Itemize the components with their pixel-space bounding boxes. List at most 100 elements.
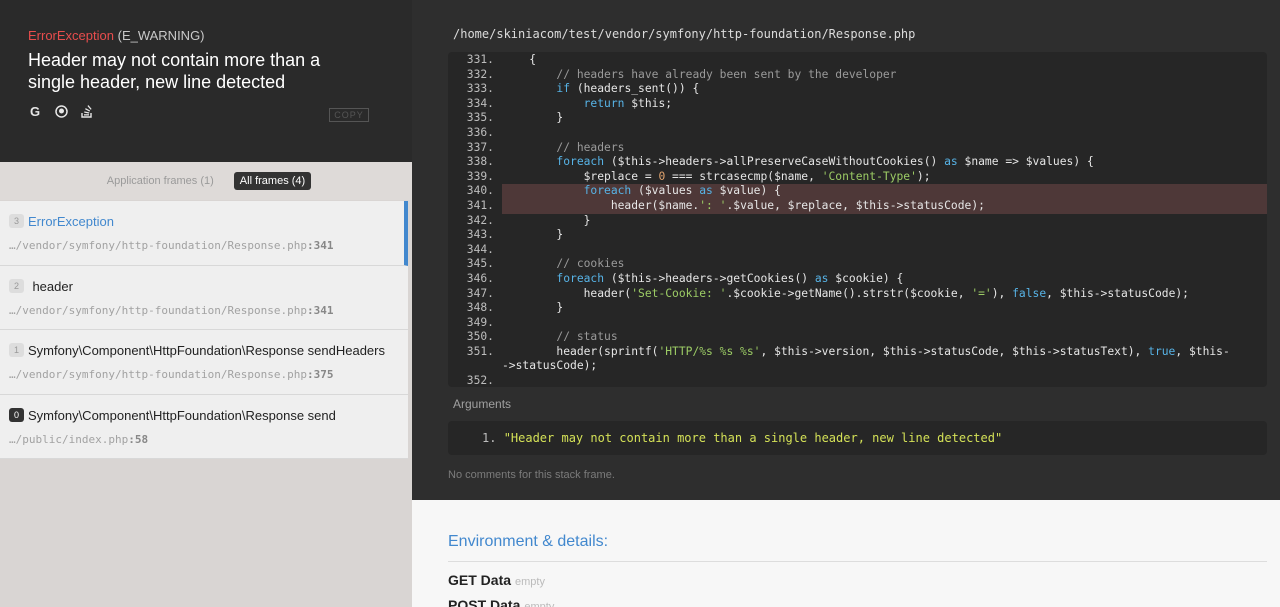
code-line: 351. header(sprintf('HTTP/%s %s %s', $th… (448, 345, 1267, 360)
frame-index: 2 (9, 278, 24, 293)
code-line: 342. } (448, 214, 1267, 229)
code-text: { (502, 53, 537, 66)
environment-title: Environment & details: (448, 533, 609, 550)
post-data-section: POST Data empty (448, 597, 554, 607)
code-text: } (502, 301, 564, 315)
duckduckgo-search-icon[interactable] (54, 104, 68, 118)
code-line: 336. (448, 126, 1267, 141)
code-line: 340. foreach ($values as $value) { (448, 184, 1267, 199)
code-line: 346. foreach ($this->headers->getCookies… (448, 272, 1267, 287)
frame-file: …/vendor/symfony/http-foundation/Respons… (9, 304, 408, 317)
code-text: return $this; (583, 96, 673, 110)
line-number: 335. (466, 111, 494, 125)
code-text: // cookies (556, 257, 625, 271)
code-text: // status (556, 330, 618, 344)
line-number: 332. (466, 67, 494, 81)
code-line: 331. { (448, 53, 1267, 68)
frame-file-path: …/public/index.php (9, 432, 129, 446)
line-number: 347. (466, 286, 494, 300)
code-line: 332. // headers have already been sent b… (448, 68, 1267, 83)
frame-filters: Application frames (1) All frames (4) (0, 162, 412, 200)
left-panel: ErrorException (E_WARNING) Header may no… (0, 0, 412, 607)
code-line: 349. (448, 316, 1267, 331)
code-line: 338. foreach ($this->headers->allPreserv… (448, 155, 1267, 170)
code-panel: /home/skiniacom/test/vendor/symfony/http… (412, 0, 1280, 500)
line-number: 351. (466, 344, 494, 358)
frame-file-path: …/vendor/symfony/http-foundation/Respons… (9, 239, 308, 252)
code-line: 352. (448, 374, 1267, 387)
frame-line-number: :58 (128, 432, 149, 446)
filter-all-frames[interactable]: All frames (4) (233, 172, 312, 190)
code-line: 339. $replace = 0 === strcasecmp($name, … (448, 170, 1267, 185)
line-number: 350. (466, 330, 494, 344)
code-text: foreach ($values as $value) { (583, 184, 781, 198)
code-text: // headers have already been sent by the… (556, 67, 897, 81)
frame-item[interactable]: 0 Symfony\Component\HttpFoundation\Respon… (0, 394, 408, 459)
code-line: 333. if (headers_sent()) { (448, 82, 1267, 97)
code-text: header(sprintf('HTTP/%s %s %s', $this->v… (502, 344, 1230, 358)
no-comments-note: No comments for this stack frame. (448, 469, 615, 481)
code-line: 350. // status (448, 330, 1267, 345)
get-data-section: GET Data empty (448, 572, 545, 588)
code-text: if (headers_sent()) { (556, 82, 700, 96)
line-number: 348. (466, 301, 494, 315)
google-search-icon[interactable]: G (28, 104, 42, 119)
frame-file-path: …/vendor/symfony/http-foundation/Respons… (9, 303, 308, 317)
code-text: ->statusCode); (502, 359, 598, 373)
get-data-label: GET Data (448, 572, 512, 588)
line-number: 341. (466, 198, 494, 212)
frame-line-number: :375 (307, 368, 334, 381)
line-number: 352. (466, 374, 494, 387)
search-links: G (28, 104, 94, 119)
argument-index: 1. (482, 431, 497, 445)
stackoverflow-search-icon[interactable] (80, 104, 94, 118)
code-text: } (502, 228, 564, 242)
arguments-title: Arguments (453, 397, 512, 411)
line-number: 342. (466, 213, 494, 227)
line-number: 336. (466, 125, 494, 139)
code-line: 334. return $this; (448, 97, 1267, 112)
post-data-empty: empty (524, 601, 555, 607)
code-text: foreach ($this->headers->allPreserveCase… (556, 155, 1094, 169)
frame-item[interactable]: 2 header …/vendor/symfony/http-foundatio… (0, 265, 408, 330)
frame-file: …/public/index.php:58 (9, 433, 408, 446)
exception-class: ErrorException (28, 28, 114, 43)
line-number: 349. (466, 315, 494, 329)
frame-title: ErrorException (28, 214, 114, 229)
frames-list: 3 ErrorException …/vendor/symfony/http-fo… (0, 201, 408, 459)
line-number: 337. (466, 140, 494, 154)
exception-severity: (E_WARNING) (117, 28, 205, 43)
post-data-label: POST Data (448, 597, 521, 607)
frame-index: 3 (9, 214, 24, 228)
filter-application-frames[interactable]: Application frames (1) (101, 172, 220, 190)
line-number: 344. (466, 242, 494, 256)
line-number: 331. (466, 53, 494, 66)
code-line: 347. header('Set-Cookie: '.$cookie->getN… (448, 287, 1267, 302)
line-number: 338. (466, 155, 494, 169)
code-text: header('Set-Cookie: '.$cookie->getName()… (502, 286, 1189, 300)
code-line: 344. (448, 243, 1267, 258)
frame-line-number: :341 (307, 303, 334, 317)
line-number: 343. (466, 228, 494, 242)
line-number: 340. (466, 184, 494, 198)
line-number: 345. (466, 257, 494, 271)
frame-item[interactable]: 3 ErrorException …/vendor/symfony/http-fo… (0, 201, 408, 266)
code-line: 348. } (448, 301, 1267, 316)
file-path[interactable]: /home/skiniacom/test/vendor/symfony/http… (453, 27, 915, 41)
arguments-list: 1. "Header may not contain more than a s… (448, 421, 1267, 455)
environment-details: Environment & details: GET Data empty POS… (412, 500, 1280, 607)
code-viewer: 331. {332. // headers have already been … (448, 52, 1267, 387)
code-text: // headers (556, 140, 625, 154)
frame-index: 1 (9, 343, 24, 357)
get-data-empty: empty (515, 576, 545, 588)
code-text: } (502, 111, 564, 125)
exception-type: ErrorException (E_WARNING) (28, 28, 384, 43)
frame-item[interactable]: 1 Symfony\Component\HttpFoundation\Respon… (0, 330, 408, 395)
code-line: 343. } (448, 228, 1267, 243)
code-text: foreach ($this->headers->getCookies() as… (556, 271, 904, 285)
code-line: 337. // headers (448, 141, 1267, 156)
copy-button[interactable]: COPY (329, 108, 369, 122)
